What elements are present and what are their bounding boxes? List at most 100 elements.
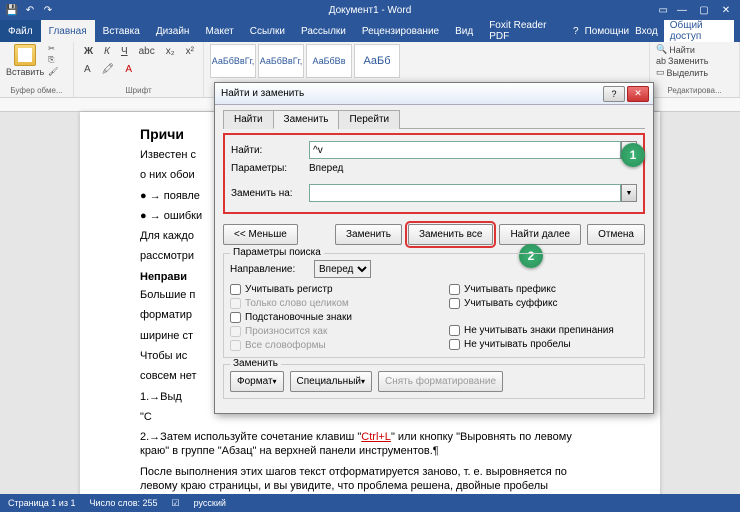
style-heading1[interactable]: АаБбВв xyxy=(306,44,352,78)
underline-button[interactable]: Ч xyxy=(117,44,132,59)
tab-mailings[interactable]: Рассылки xyxy=(293,20,354,42)
match-prefix-checkbox[interactable]: Учитывать префикс xyxy=(449,284,638,295)
minimize-button[interactable]: — xyxy=(674,5,690,16)
dialog-title: Найти и заменить xyxy=(219,88,601,99)
share-button[interactable]: Общий доступ xyxy=(664,18,734,44)
replace-all-button[interactable]: Заменить все xyxy=(408,224,493,245)
status-words[interactable]: Число слов: 255 xyxy=(89,498,157,508)
statusbar: Страница 1 из 1 Число слов: 255 ☑ русски… xyxy=(0,494,740,512)
dialog-titlebar[interactable]: Найти и заменить ? ✕ xyxy=(215,83,653,105)
bold-button[interactable]: Ж xyxy=(80,44,97,59)
sounds-like-checkbox[interactable]: Произносится как xyxy=(230,326,419,337)
tab-references[interactable]: Ссылки xyxy=(242,20,293,42)
doc-link: Ctrl+L xyxy=(361,431,391,443)
replace-dropdown-arrow[interactable]: ▼ xyxy=(621,184,637,202)
superscript-button[interactable]: x² xyxy=(182,44,198,59)
highlight-frame-1: Найти: ▼ Параметры: Вперед Заменить на: … xyxy=(223,133,645,214)
login-label[interactable]: Вход xyxy=(635,26,658,37)
style-normal[interactable]: АаБбВвГг, xyxy=(210,44,256,78)
ribbon-options-icon[interactable]: ▭ xyxy=(659,5,668,16)
help-label: Помощни xyxy=(585,26,630,37)
params-value: Вперед xyxy=(309,163,637,174)
search-icon: 🔍 xyxy=(656,44,667,55)
cursor-icon: ▭ xyxy=(656,67,665,78)
tab-view[interactable]: Вид xyxy=(447,20,481,42)
less-button[interactable]: << Меньше xyxy=(223,224,298,245)
window-title: Документ1 - Word xyxy=(329,5,412,16)
style-heading2[interactable]: АаБб xyxy=(354,44,400,78)
word-forms-checkbox[interactable]: Все словоформы xyxy=(230,340,419,351)
group-clipboard: Буфер обме... xyxy=(6,86,67,95)
redo-icon[interactable]: ↷ xyxy=(42,4,54,16)
dialog-tab-find[interactable]: Найти xyxy=(223,110,274,129)
status-page[interactable]: Страница 1 из 1 xyxy=(8,498,75,508)
search-options-legend: Параметры поиска xyxy=(230,247,324,258)
find-replace-dialog: Найти и заменить ? ✕ Найти Заменить Пере… xyxy=(214,82,654,414)
no-formatting-button: Снять форматирование xyxy=(378,371,503,392)
direction-select[interactable]: Вперед xyxy=(314,260,371,278)
tab-layout[interactable]: Макет xyxy=(197,20,241,42)
group-editing: Редактирова... xyxy=(656,86,733,95)
tab-foxit[interactable]: Foxit Reader PDF xyxy=(481,20,573,42)
special-button[interactable]: Специальный xyxy=(290,371,372,392)
tab-file[interactable]: Файл xyxy=(0,20,41,42)
tab-home[interactable]: Главная xyxy=(41,20,95,42)
replace-format-group: Заменить Формат Специальный Снять формат… xyxy=(223,364,645,399)
ignore-space-checkbox[interactable]: Не учитывать пробелы xyxy=(449,339,638,350)
find-next-button[interactable]: Найти далее xyxy=(499,224,581,245)
match-suffix-checkbox[interactable]: Учитывать суффикс xyxy=(449,298,638,309)
wildcards-checkbox[interactable]: Подстановочные знаки xyxy=(230,312,419,323)
status-proofing-icon[interactable]: ☑ xyxy=(172,498,180,509)
find-button[interactable]: 🔍Найти xyxy=(656,44,733,55)
doc-text: После выполнения этих шагов текст отформ… xyxy=(140,465,600,494)
doc-text: 2.→Затем используйте сочетание клавиш "C… xyxy=(140,430,600,459)
subscript-button[interactable]: x₂ xyxy=(162,44,179,59)
copy-icon[interactable]: ⎘ xyxy=(48,55,58,65)
help-icon[interactable]: ? xyxy=(573,26,579,37)
paste-button[interactable]: Вставить xyxy=(6,44,44,77)
status-language[interactable]: русский xyxy=(194,498,226,508)
ribbon-tabs: Файл Главная Вставка Дизайн Макет Ссылки… xyxy=(0,20,740,42)
tab-design[interactable]: Дизайн xyxy=(148,20,198,42)
direction-label: Направление: xyxy=(230,264,308,275)
strike-button[interactable]: abc xyxy=(135,44,159,59)
format-painter-icon[interactable]: 🖌 xyxy=(48,67,58,76)
highlight-button[interactable]: 🖍 xyxy=(98,62,119,77)
titlebar: 💾 ↶ ↷ Документ1 - Word ▭ — ▢ ✕ xyxy=(0,0,740,20)
dialog-tab-goto[interactable]: Перейти xyxy=(338,110,400,129)
maximize-button[interactable]: ▢ xyxy=(696,5,712,16)
group-font: Шрифт xyxy=(80,86,197,95)
save-icon[interactable]: 💾 xyxy=(6,4,18,16)
find-input[interactable] xyxy=(309,141,621,159)
find-label: Найти: xyxy=(231,145,303,156)
replace-icon: ab xyxy=(656,56,666,66)
style-nospacing[interactable]: АаБбВвГг, xyxy=(258,44,304,78)
text-effects-button[interactable]: A xyxy=(80,62,95,77)
close-button[interactable]: ✕ xyxy=(718,5,734,16)
whole-word-checkbox[interactable]: Только слово целиком xyxy=(230,298,419,309)
tab-insert[interactable]: Вставка xyxy=(95,20,148,42)
dialog-close-button[interactable]: ✕ xyxy=(627,86,649,102)
tab-review[interactable]: Рецензирование xyxy=(354,20,447,42)
replace-input[interactable] xyxy=(309,184,621,202)
font-color-button[interactable]: A xyxy=(121,62,136,77)
format-button[interactable]: Формат xyxy=(230,371,284,392)
dialog-tab-replace[interactable]: Заменить xyxy=(273,110,340,129)
undo-icon[interactable]: ↶ xyxy=(24,4,36,16)
cancel-button[interactable]: Отмена xyxy=(587,224,645,245)
replace-label: Заменить на: xyxy=(231,188,303,199)
replace-one-button[interactable]: Заменить xyxy=(335,224,402,245)
replace-format-legend: Заменить xyxy=(230,358,281,369)
dialog-help-button[interactable]: ? xyxy=(603,86,625,102)
paste-icon xyxy=(14,44,36,66)
annotation-badge-1: 1 xyxy=(621,143,645,167)
replace-button[interactable]: abЗаменить xyxy=(656,56,733,66)
match-case-checkbox[interactable]: Учитывать регистр xyxy=(230,284,419,295)
paste-label: Вставить xyxy=(6,67,44,77)
params-label: Параметры: xyxy=(231,163,303,174)
cut-icon[interactable]: ✂ xyxy=(48,44,58,53)
ignore-punct-checkbox[interactable]: Не учитывать знаки препинания xyxy=(449,325,638,336)
italic-button[interactable]: К xyxy=(100,44,114,59)
search-options-group: Параметры поиска Направление: Вперед Учи… xyxy=(223,253,645,358)
select-button[interactable]: ▭Выделить xyxy=(656,67,733,78)
